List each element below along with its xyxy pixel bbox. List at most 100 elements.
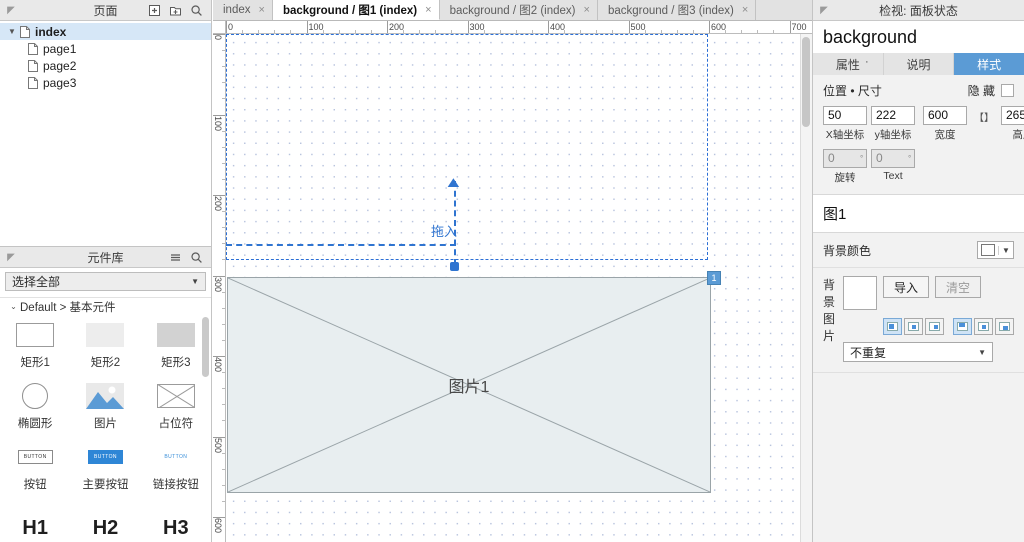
library-item-label: 按钮 (23, 478, 47, 491)
search-icon[interactable] (188, 250, 205, 265)
tab-index[interactable]: index × (213, 0, 273, 20)
design-canvas[interactable]: ▲ 拖入 图片1 1 (226, 34, 812, 542)
placeholder-icon (156, 383, 195, 409)
inspector-header: ◤ 检视: 面板状态 (813, 0, 1024, 21)
add-folder-icon[interactable] (167, 3, 184, 18)
h3-icon: H3 (163, 517, 189, 539)
chevron-down-icon: ▼ (191, 277, 199, 286)
tab-background-3[interactable]: background / 图3 (index) × (597, 0, 757, 20)
page-tree-item-page1[interactable]: page1 (0, 40, 211, 57)
background-color-picker[interactable]: ▼ (977, 241, 1014, 259)
library-item-h1[interactable]: H1 (0, 498, 70, 541)
rotation-input[interactable]: 0 ° (823, 149, 867, 168)
ruler-label: 600 (711, 22, 727, 32)
rectangle-outline-icon (16, 322, 55, 348)
tab-background-1[interactable]: background / 图1 (index) × (272, 0, 440, 20)
library-item-placeholder[interactable]: 占位符 (141, 376, 211, 437)
hide-checkbox[interactable] (1001, 84, 1014, 97)
inspector-object-name: background (813, 21, 1024, 53)
lock-ratio-icon[interactable]: 【】 (974, 106, 994, 124)
library-item-label: 椭圆形 (17, 417, 53, 430)
primary-button-icon: BUTTON (88, 444, 123, 470)
tab-label: background / 图2 (index) (449, 5, 576, 17)
align-right-icon[interactable] (925, 318, 944, 335)
y-coordinate-input[interactable]: 222 (871, 106, 915, 125)
library-item-primary-button[interactable]: BUTTON 主要按钮 (70, 437, 140, 498)
background-image-preview[interactable] (843, 276, 877, 310)
page-file-icon (26, 42, 40, 55)
page-tree-item-page3[interactable]: page3 (0, 74, 211, 91)
tab-bar: index × background / 图1 (index) × backgr… (213, 0, 812, 21)
library-item-image[interactable]: 图片 (70, 376, 140, 437)
library-item-rect3[interactable]: 矩形3 (141, 315, 211, 376)
page-tree-item-index[interactable]: ▼ index (0, 23, 211, 40)
align-top-icon[interactable] (953, 318, 972, 335)
close-icon[interactable]: × (259, 4, 265, 16)
tab-background-2[interactable]: background / 图2 (index) × (439, 0, 598, 20)
chevron-down-icon[interactable]: ⌄ (7, 302, 20, 311)
add-page-icon[interactable] (146, 3, 163, 18)
collapse-icon[interactable]: ◤ (0, 252, 22, 263)
ruler-label: 0 (228, 22, 234, 32)
library-item-link-button[interactable]: BUTTON 链接按钮 (141, 437, 211, 498)
vertical-ruler[interactable]: 0 100 200 300 400 500 600 (213, 34, 226, 542)
widget-order-badge[interactable]: 1 (707, 271, 721, 285)
background-color-row: 背景颜色 ▼ (813, 233, 1024, 268)
tab-label: 属性 (835, 57, 860, 72)
library-scrollbar[interactable] (202, 317, 209, 377)
import-button[interactable]: 导入 (883, 276, 930, 298)
library-items-container: 矩形1 矩形2 矩形3 椭圆形 图片 占位符 BUTTON 按钮 BUTTON … (0, 315, 211, 541)
image-widget[interactable]: 图片1 (227, 277, 711, 493)
chevron-down-icon[interactable]: ▼ (998, 245, 1013, 255)
library-item-h3[interactable]: H3 (141, 498, 211, 541)
hide-label: 隐 藏 (967, 84, 995, 98)
canvas-scrollbar-thumb[interactable] (802, 37, 810, 127)
align-left-icon[interactable] (883, 318, 902, 335)
page-tree-label: page1 (43, 41, 77, 56)
tab-properties[interactable]: 属性 · (813, 53, 884, 75)
library-item-ellipse[interactable]: 椭圆形 (0, 376, 70, 437)
align-bottom-icon[interactable] (995, 318, 1014, 335)
page-tree-item-page2[interactable]: page2 (0, 57, 211, 74)
background-image-row: 背景图片 导入 清空 不重复 ▼ (813, 268, 1024, 373)
ruler-label: 600 (213, 518, 223, 534)
height-label: 高度 (1012, 129, 1024, 141)
x-coordinate-input[interactable]: 50 (823, 106, 867, 125)
library-group-header[interactable]: ⌄ Default > 基本元件 (0, 297, 211, 315)
modified-marker: · (865, 56, 869, 68)
close-icon[interactable]: × (742, 4, 748, 16)
library-item-rect1[interactable]: 矩形1 (0, 315, 70, 376)
library-item-h2[interactable]: H2 (70, 498, 140, 541)
library-item-label: 主要按钮 (82, 478, 129, 491)
collapse-icon[interactable]: ◤ (813, 5, 835, 16)
height-input[interactable]: 265 (1001, 106, 1024, 125)
rotation-label: 旋转 (834, 172, 856, 184)
ruler-label: 0 (213, 35, 223, 41)
chevron-down-icon[interactable]: ▼ (6, 27, 18, 36)
tab-style[interactable]: 样式 (954, 53, 1024, 75)
drag-hint-label: 拖入 (431, 224, 458, 239)
collapse-icon[interactable]: ◤ (0, 5, 22, 16)
tab-label: 说明 (906, 57, 931, 72)
width-input[interactable]: 600 (923, 106, 967, 125)
page-selection-outline[interactable] (226, 34, 708, 260)
library-item-label: 矩形3 (161, 356, 191, 369)
inspector-panel: ◤ 检视: 面板状态 background 属性 · 说明 样式 位置 • 尺寸… (812, 0, 1024, 542)
align-middle-icon[interactable] (974, 318, 993, 335)
library-item-rect2[interactable]: 矩形2 (70, 315, 140, 376)
clear-button[interactable]: 清空 (935, 276, 982, 298)
library-filter-value: 选择全部 (12, 275, 61, 289)
close-icon[interactable]: × (425, 4, 431, 16)
close-icon[interactable]: × (584, 4, 590, 16)
library-item-button[interactable]: BUTTON 按钮 (0, 437, 70, 498)
inspector-title: 检视: 面板状态 (879, 3, 958, 18)
library-filter-select[interactable]: 选择全部 ▼ (5, 272, 206, 291)
tab-notes[interactable]: 说明 (884, 53, 955, 75)
position-size-title: 位置 • 尺寸 (823, 84, 882, 98)
list-menu-icon[interactable] (167, 250, 184, 265)
text-rotation-input[interactable]: 0 ° (871, 149, 915, 168)
background-repeat-select[interactable]: 不重复 ▼ (843, 342, 993, 362)
search-icon[interactable] (188, 3, 205, 18)
align-center-icon[interactable] (904, 318, 923, 335)
horizontal-ruler[interactable]: 0 100 200 300 400 500 600 700 (226, 21, 812, 34)
